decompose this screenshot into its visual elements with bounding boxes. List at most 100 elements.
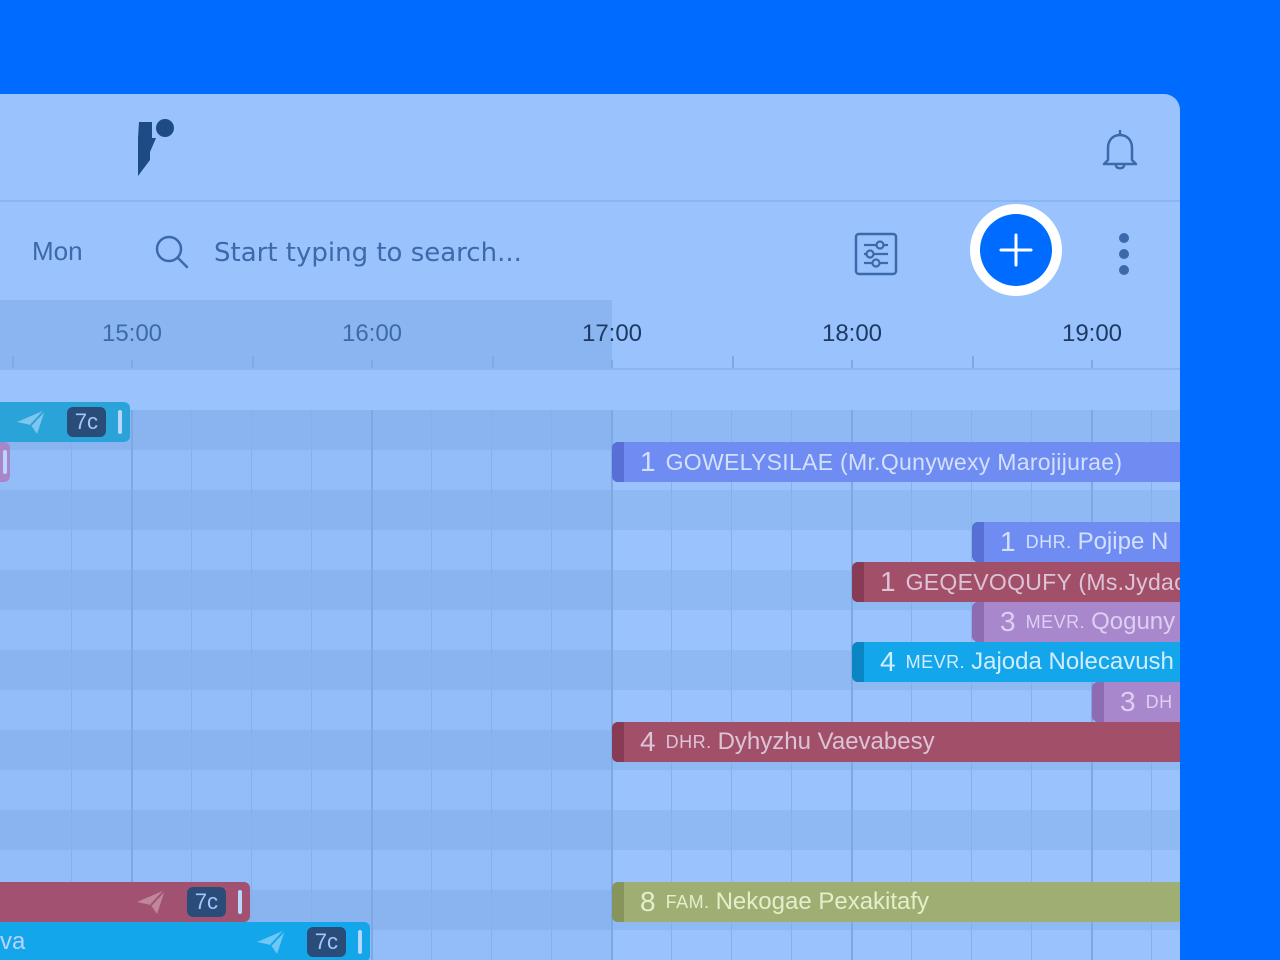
- grid-line: [251, 410, 252, 960]
- grid-line: [431, 410, 432, 960]
- toolbar: Mon: [0, 202, 1180, 300]
- event-title: GEQEVOQUFY (Ms.Jydac: [905, 568, 1180, 595]
- event-block[interactable]: 3 DH: [1092, 682, 1180, 722]
- grid-line: [971, 410, 972, 960]
- add-button-circle: [980, 214, 1052, 286]
- tick: [492, 356, 494, 368]
- tick: [12, 356, 14, 368]
- send-plane-icon: [16, 409, 46, 434]
- filter-settings-button[interactable]: [854, 232, 898, 276]
- grid-line: [791, 410, 792, 960]
- event-count: 3: [1000, 606, 1016, 637]
- event-prefix: MEVR.: [905, 651, 966, 672]
- tick: [131, 360, 133, 368]
- event-block[interactable]: 1 GEQEVOQUFY (Ms.Jydac: [852, 562, 1180, 602]
- more-options-icon[interactable]: [1112, 230, 1136, 278]
- event-block[interactable]: 1 GOWELYSILAE (Mr.Qunywexy Marojijurae): [612, 442, 1180, 482]
- grid-line: [911, 410, 912, 960]
- event-name: Jajoda Nolecavush: [971, 648, 1174, 675]
- event-count: 4: [640, 726, 656, 757]
- brand-logo-icon[interactable]: [136, 118, 176, 178]
- event-block[interactable]: 4 DHR. Dyhyzhu Vaevabesy: [612, 722, 1180, 762]
- event-title: GOWELYSILAE (Mr.Qunywexy Marojijurae): [665, 448, 1123, 475]
- event-count: 1: [1000, 526, 1016, 557]
- grid-line: [671, 410, 672, 960]
- event-count: 8: [640, 886, 656, 917]
- event-prefix: FAM.: [665, 891, 710, 912]
- event-edge: [1092, 682, 1104, 722]
- event-block[interactable]: 4 MEVR. Jajoda Nolecavush: [852, 642, 1180, 682]
- grid-line: [851, 410, 853, 960]
- grid-line: [131, 410, 133, 960]
- notification-bell-icon[interactable]: [1100, 128, 1140, 170]
- timeline-header: 15:00 16:00 17:00 18:00 19:00: [0, 300, 1180, 370]
- plus-icon: [999, 233, 1033, 267]
- event-edge: [612, 722, 624, 762]
- search-input[interactable]: [212, 232, 816, 274]
- event-prefix: DH: [1145, 691, 1173, 712]
- event-block[interactable]: 8 FAM. Nekogae Pexakitafy: [612, 882, 1180, 922]
- event-prefix: DHR.: [1025, 531, 1072, 552]
- schedule-grid: 7c 7c va 7c 1 GOWELYSILAE (Mr.Qunywexy M…: [0, 402, 1180, 960]
- past-time-shade: [0, 300, 612, 368]
- hour-label: 15:00: [101, 320, 163, 347]
- event-prefix: MEVR.: [1025, 611, 1086, 632]
- tick: [611, 360, 613, 368]
- hour-label: 17:00: [581, 320, 643, 347]
- event-edge: [852, 562, 864, 602]
- hour-label: 18:00: [821, 320, 883, 347]
- grid-line: [551, 410, 552, 960]
- event-name: Nekogae Pexakitafy: [715, 888, 930, 915]
- grid-line: [71, 410, 72, 960]
- grid-line: [1031, 410, 1032, 960]
- event-edge: [612, 442, 624, 482]
- event-name: Pojipe N: [1077, 528, 1169, 555]
- resize-handle[interactable]: [238, 890, 242, 914]
- app-window: Mon Start typing to search... 15:00 16:0…: [0, 94, 1180, 960]
- add-button[interactable]: [970, 204, 1062, 296]
- hour-label: 16:00: [341, 320, 403, 347]
- past-event-block[interactable]: va 7c: [0, 922, 370, 960]
- send-plane-icon: [256, 929, 286, 954]
- app-header: [0, 94, 1180, 202]
- event-block[interactable]: 1 DHR. Pojipe N: [972, 522, 1180, 562]
- event-count: 4: [880, 646, 896, 677]
- send-plane-icon: [136, 889, 166, 914]
- event-badge: 7c: [306, 927, 346, 957]
- resize-handle[interactable]: [118, 410, 122, 434]
- tick: [252, 356, 254, 368]
- event-count: 1: [640, 446, 656, 477]
- past-event-block[interactable]: 7c: [0, 402, 130, 442]
- grid-line: [611, 410, 613, 960]
- tick: [972, 356, 974, 368]
- event-edge: [612, 882, 624, 922]
- event-edge: [852, 642, 864, 682]
- grid-line: [311, 410, 312, 960]
- grid-line: [371, 410, 373, 960]
- tick: [371, 360, 373, 368]
- event-prefix: DHR.: [665, 731, 712, 752]
- event-trailing-text: va: [0, 928, 26, 955]
- tick: [1091, 360, 1093, 368]
- event-edge: [972, 522, 984, 562]
- past-event-block[interactable]: 7c: [0, 882, 250, 922]
- tick: [851, 360, 853, 368]
- event-badge: 7c: [186, 887, 226, 917]
- event-name: Dyhyzhu Vaevabesy: [717, 728, 935, 755]
- event-badge: 7c: [66, 407, 106, 437]
- event-name: Qoguny: [1091, 608, 1176, 635]
- grid-line: [731, 410, 732, 960]
- resize-handle[interactable]: [3, 450, 7, 474]
- event-count: 1: [880, 566, 896, 597]
- resize-handle[interactable]: [358, 930, 362, 954]
- past-event-block[interactable]: [0, 442, 10, 482]
- event-edge: [972, 602, 984, 642]
- day-label[interactable]: Mon: [32, 236, 83, 267]
- past-time-overlay: [0, 410, 612, 960]
- tick: [732, 356, 734, 368]
- event-block[interactable]: 3 MEVR. Qoguny: [972, 602, 1180, 642]
- event-count: 3: [1120, 686, 1136, 717]
- search-icon: [155, 235, 189, 269]
- grid-line: [191, 410, 192, 960]
- hour-label: 19:00: [1061, 320, 1123, 347]
